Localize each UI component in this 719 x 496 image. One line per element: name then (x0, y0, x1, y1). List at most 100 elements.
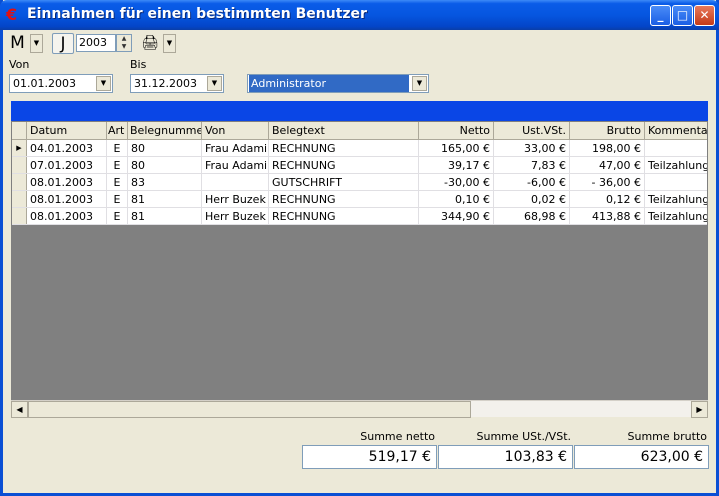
cell-von: Herr Buzek (202, 191, 269, 207)
cell-netto: 39,17 € (419, 157, 494, 173)
cell-belegnummer: 80 (128, 140, 202, 156)
year-button[interactable]: J (52, 33, 74, 54)
cell-brutto: 198,00 € (570, 140, 645, 156)
table-row[interactable]: ▶ 04.01.2003 E 80 Frau Adami RECHNUNG 16… (12, 140, 707, 157)
cell-kommentar (645, 174, 707, 190)
horizontal-scrollbar[interactable]: ◀ ▶ (11, 400, 708, 418)
sum-netto-label: Summe netto (360, 430, 435, 443)
chevron-down-icon[interactable]: ▼ (412, 76, 427, 91)
title-bar[interactable]: € Einnahmen für einen bestimmten Benutze… (0, 0, 719, 30)
row-indicator (12, 208, 27, 224)
cell-belegtext: RECHNUNG (269, 208, 419, 224)
cell-kommentar: Teilzahlung: (648, 159, 708, 172)
cell-belegnummer: 83 (128, 174, 202, 190)
col-header-von[interactable]: Von (202, 122, 269, 139)
from-date-value: 01.01.2003 (13, 77, 76, 90)
col-header-belegtext[interactable]: Belegtext (269, 122, 419, 139)
cell-art: E (107, 174, 128, 190)
month-button[interactable]: M (6, 33, 29, 54)
window-title: Einnahmen für einen bestimmten Benutzer (27, 6, 367, 22)
scroll-left-icon[interactable]: ◀ (11, 401, 28, 418)
col-header-datum[interactable]: Datum (27, 122, 107, 139)
cell-belegnummer: 81 (128, 191, 202, 207)
user-select-value: Administrator (249, 75, 409, 92)
col-header-kommentar[interactable]: Kommentar (645, 122, 707, 139)
cell-brutto: - 36,00 € (570, 174, 645, 190)
grid-caption-bar (11, 101, 708, 121)
to-label: Bis (130, 58, 147, 71)
cell-von: Frau Adami (202, 157, 269, 173)
table-row[interactable]: 08.01.2003 E 83 GUTSCHRIFT -30,00 € -6,0… (12, 174, 707, 191)
month-dropdown-icon[interactable]: ▼ (30, 34, 43, 53)
cell-belegtext: GUTSCHRIFT (269, 174, 419, 190)
year-spinner[interactable]: ▲ ▼ (116, 34, 132, 52)
spin-up-icon[interactable]: ▲ (117, 35, 131, 43)
cell-art: E (107, 191, 128, 207)
cell-netto: 165,00 € (419, 140, 494, 156)
cell-brutto: 413,88 € (570, 208, 645, 224)
user-select[interactable]: Administrator ▼ (247, 74, 429, 93)
cell-brutto: 0,12 € (570, 191, 645, 207)
cell-belegtext: RECHNUNG (269, 157, 419, 173)
cell-kommentar (645, 140, 707, 156)
sum-ust-label: Summe USt./VSt. (476, 430, 571, 443)
header-indicator (12, 122, 27, 139)
col-header-brutto[interactable]: Brutto (570, 122, 645, 139)
year-input[interactable]: 2003 (76, 34, 116, 52)
cell-ust: -6,00 € (494, 174, 570, 190)
window: € Einnahmen für einen bestimmten Benutze… (0, 0, 719, 496)
cell-datum: 08.01.2003 (27, 191, 107, 207)
cell-belegnummer: 81 (128, 208, 202, 224)
table-row[interactable]: 08.01.2003 E 81 Herr Buzek RECHNUNG 344,… (12, 208, 708, 225)
cell-art: E (107, 140, 128, 156)
sum-brutto-value: 623,00 € (574, 445, 709, 469)
spin-down-icon[interactable]: ▼ (117, 43, 131, 51)
row-indicator (12, 157, 27, 173)
row-indicator (12, 174, 27, 190)
row-indicator (12, 191, 27, 207)
cell-von: Herr Buzek (202, 208, 269, 224)
from-date-picker[interactable]: 01.01.2003 ▼ (9, 74, 113, 93)
cell-netto: -30,00 € (419, 174, 494, 190)
cell-brutto: 47,00 € (570, 157, 645, 173)
euro-icon: € (6, 5, 18, 24)
table-row[interactable]: 08.01.2003 E 81 Herr Buzek RECHNUNG 0,10… (12, 191, 708, 208)
cell-belegtext: RECHNUNG (269, 191, 419, 207)
close-button[interactable]: ✕ (694, 5, 715, 26)
cell-kommentar: Teilzahlung: (648, 210, 708, 223)
chevron-down-icon[interactable]: ▼ (96, 76, 111, 91)
printer-icon[interactable]: 🖨 (139, 33, 161, 53)
grid-header: Datum Art Belegnummer Von Belegtext Nett… (12, 122, 707, 140)
current-row-icon: ▶ (12, 140, 27, 156)
cell-von: Frau Adami (202, 140, 269, 156)
cell-art: E (107, 208, 128, 224)
print-dropdown-icon[interactable]: ▼ (163, 34, 176, 53)
sum-ust-value: 103,83 € (438, 445, 573, 469)
minimize-button[interactable]: _ (650, 5, 671, 26)
cell-belegtext: RECHNUNG (269, 140, 419, 156)
sum-brutto-label: Summe brutto (627, 430, 707, 443)
cell-netto: 0,10 € (419, 191, 494, 207)
cell-datum: 08.01.2003 (27, 174, 107, 190)
cell-netto: 344,90 € (419, 208, 494, 224)
cell-ust: 68,98 € (494, 208, 570, 224)
scroll-right-icon[interactable]: ▶ (691, 401, 708, 418)
maximize-button[interactable]: □ (672, 5, 693, 26)
cell-ust: 0,02 € (494, 191, 570, 207)
cell-belegnummer: 80 (128, 157, 202, 173)
cell-kommentar: Teilzahlung: (648, 193, 708, 206)
col-header-netto[interactable]: Netto (419, 122, 494, 139)
to-date-picker[interactable]: 31.12.2003 ▼ (130, 74, 224, 93)
income-grid[interactable]: Datum Art Belegnummer Von Belegtext Nett… (11, 121, 708, 417)
scrollbar-thumb[interactable] (28, 401, 471, 418)
col-header-belegnummer[interactable]: Belegnummer (128, 122, 202, 139)
col-header-ust[interactable]: Ust.VSt. (494, 122, 570, 139)
cell-datum: 08.01.2003 (27, 208, 107, 224)
chevron-down-icon[interactable]: ▼ (207, 76, 222, 91)
table-row[interactable]: 07.01.2003 E 80 Frau Adami RECHNUNG 39,1… (12, 157, 708, 174)
cell-datum: 04.01.2003 (27, 140, 107, 156)
to-date-value: 31.12.2003 (134, 77, 197, 90)
cell-ust: 33,00 € (494, 140, 570, 156)
cell-art: E (107, 157, 128, 173)
col-header-art[interactable]: Art (107, 122, 128, 139)
